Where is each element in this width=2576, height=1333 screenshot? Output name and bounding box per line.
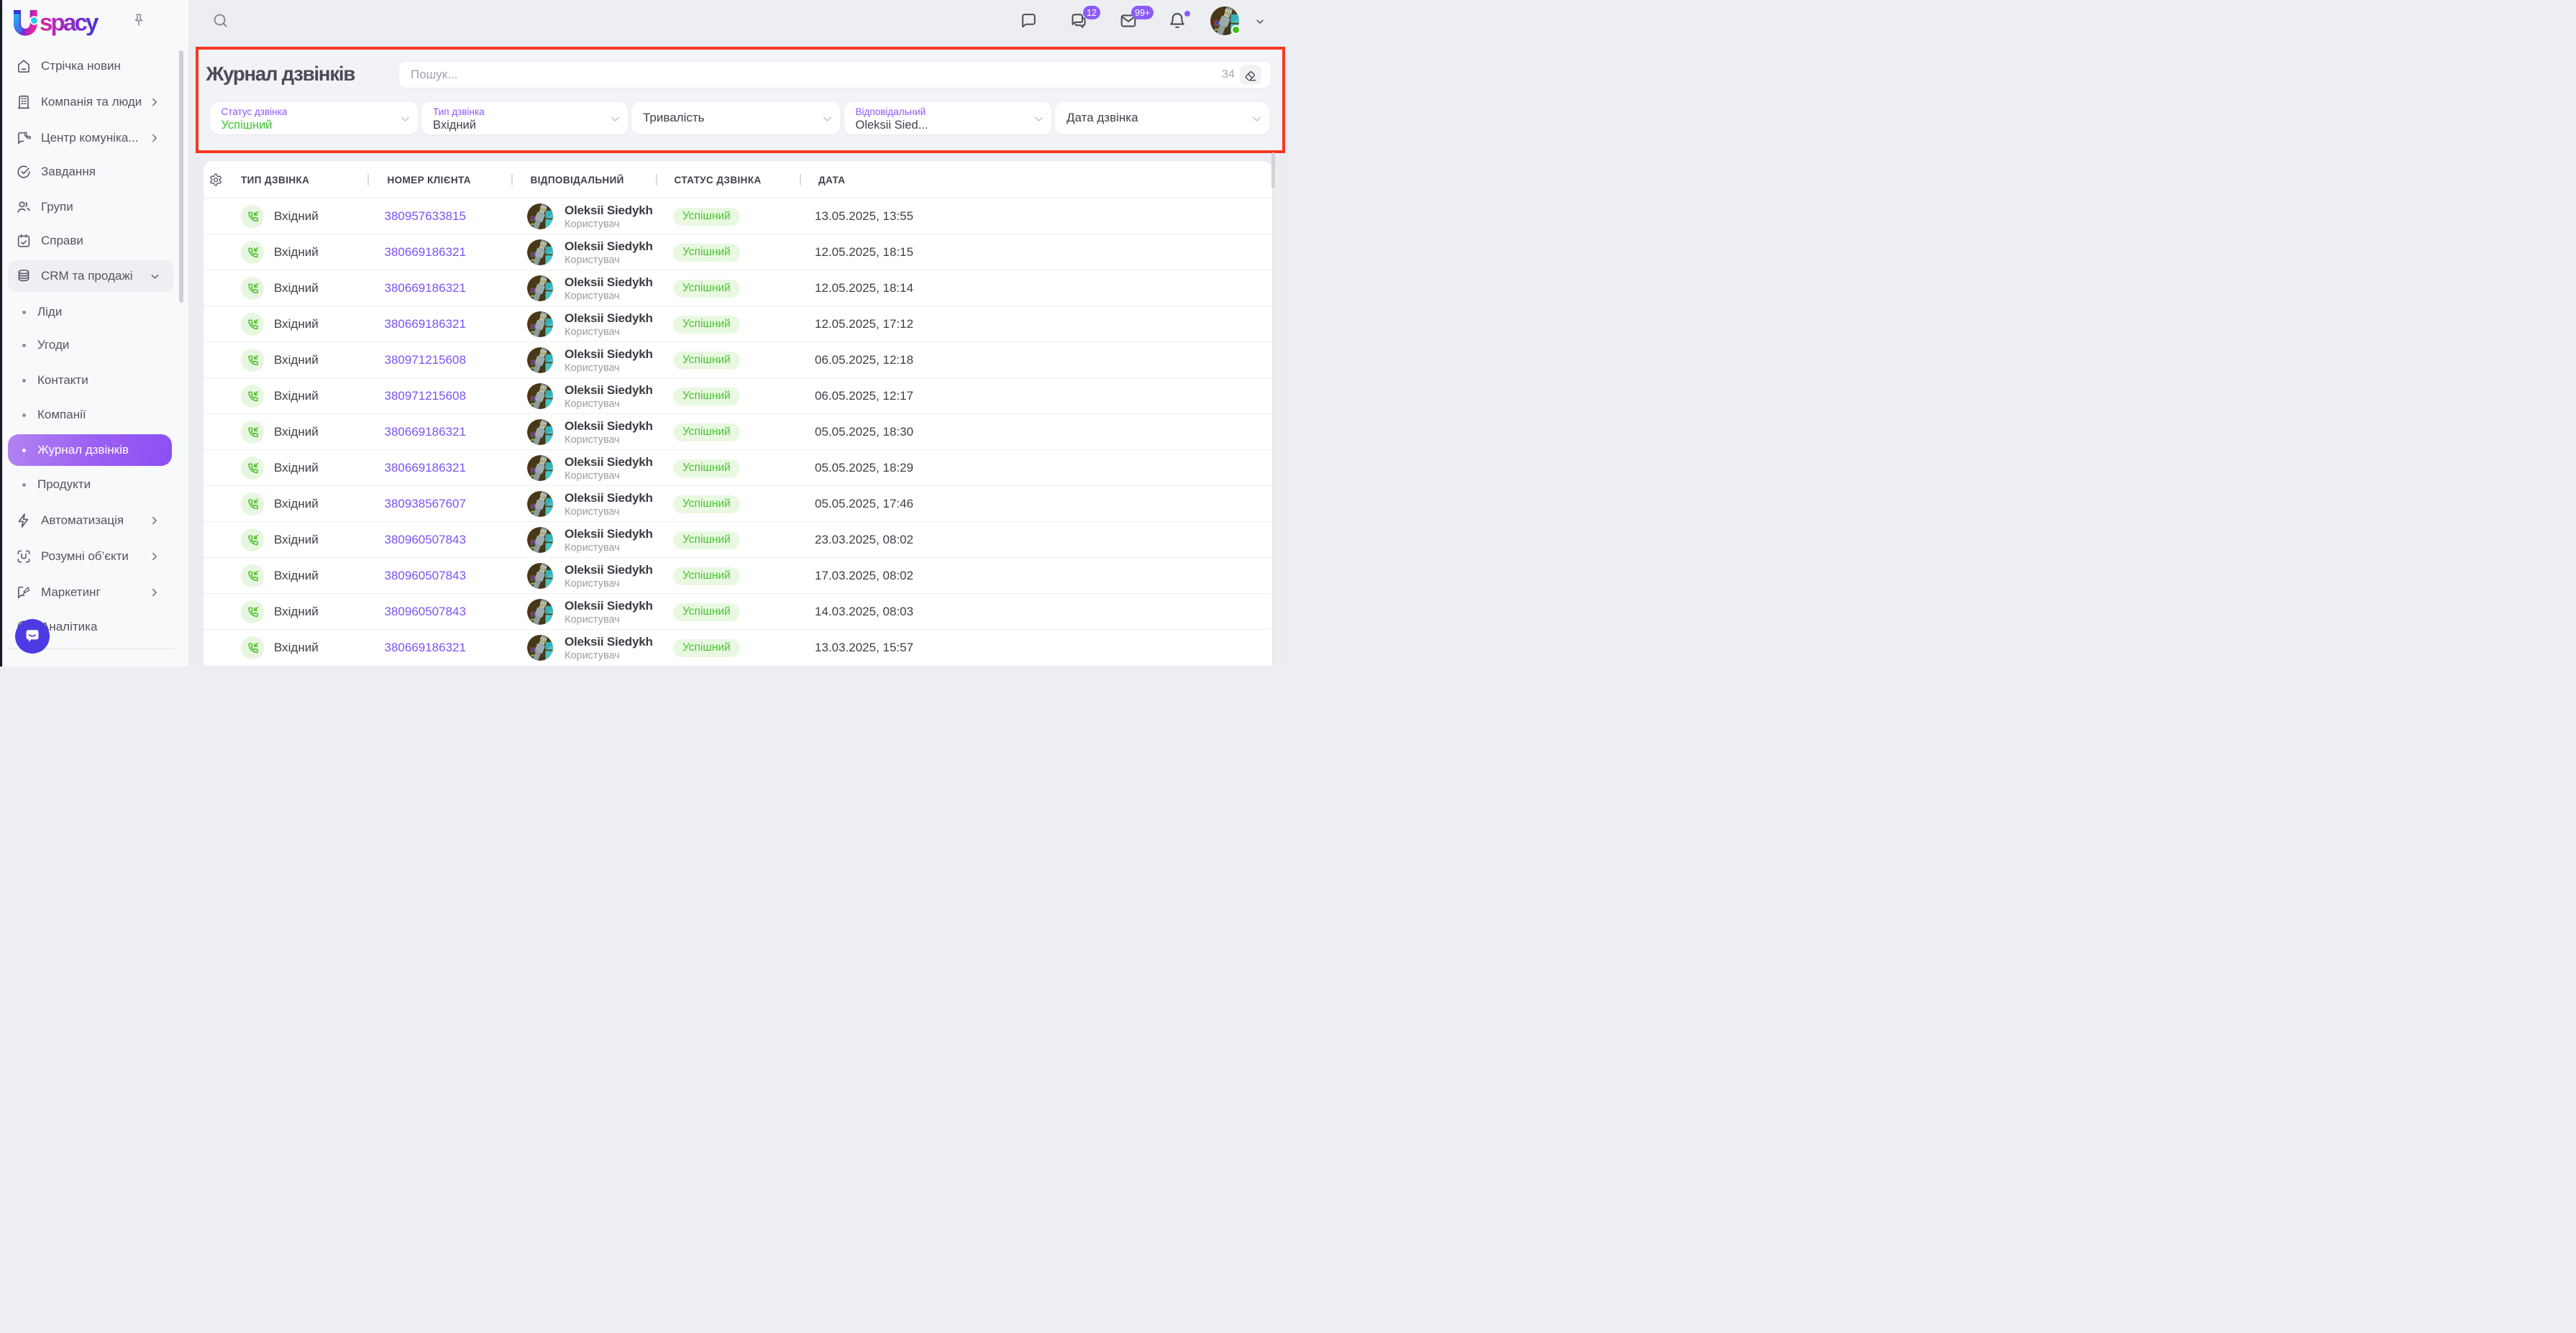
svg-text:spacy: spacy (40, 9, 99, 36)
